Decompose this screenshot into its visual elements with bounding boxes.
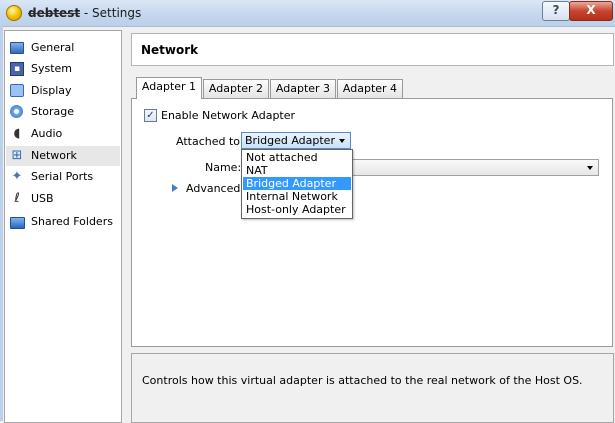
sidebar-item-display[interactable]: Display	[6, 81, 120, 101]
dropdown-option-bridged-adapter[interactable]: Bridged Adapter	[243, 177, 351, 190]
sidebar-item-storage[interactable]: Storage	[6, 102, 120, 122]
enable-adapter-checkbox[interactable]: ✓	[144, 109, 157, 122]
storage-icon	[10, 105, 23, 118]
sidebar-item-audio[interactable]: ◖ Audio	[6, 124, 120, 144]
shared-folders-icon	[10, 217, 25, 229]
audio-icon: ◖	[13, 126, 21, 141]
usb-icon: ℓ	[14, 191, 20, 206]
sidebar-item-network[interactable]: ⊞ Network	[6, 146, 120, 166]
chevron-down-icon	[339, 139, 345, 143]
expand-arrow-icon[interactable]	[172, 184, 178, 192]
settings-sidebar: General ▪ System Display Storage ◖ Audio…	[4, 30, 122, 423]
section-header: Network	[131, 33, 614, 66]
window-border	[0, 26, 3, 421]
dropdown-option-internal-network[interactable]: Internal Network	[243, 190, 351, 203]
dropdown-option-host-only-adapter[interactable]: Host-only Adapter	[243, 203, 351, 216]
window-title-vm-name: debtest	[28, 6, 81, 20]
tab-adapter-1[interactable]: Adapter 1	[136, 77, 202, 99]
attached-to-dropdown-list: Not attached NAT Bridged Adapter Interna…	[241, 149, 353, 219]
dropdown-option-not-attached[interactable]: Not attached	[243, 151, 351, 164]
sidebar-item-label: Network	[31, 149, 77, 162]
sidebar-item-label: Storage	[31, 105, 75, 118]
close-button[interactable]: X	[569, 1, 613, 21]
tab-adapter-3[interactable]: Adapter 3	[270, 79, 336, 98]
sidebar-item-serial-ports[interactable]: ✦ Serial Ports	[6, 167, 120, 187]
sidebar-item-label: Audio	[31, 127, 63, 140]
dropdown-option-nat[interactable]: NAT	[243, 164, 351, 177]
sidebar-item-label: Serial Ports	[31, 170, 94, 183]
tab-adapter-4[interactable]: Adapter 4	[337, 79, 403, 98]
network-icon: ⊞	[11, 148, 23, 163]
description-text: Controls how this virtual adapter is att…	[142, 374, 583, 387]
title-bar: debtest - Settings ? X	[0, 0, 615, 27]
tab-adapter-2[interactable]: Adapter 2	[203, 79, 269, 98]
display-icon	[10, 84, 24, 97]
chevron-down-icon	[587, 166, 593, 170]
sidebar-item-label: System	[31, 62, 73, 75]
sidebar-item-usb[interactable]: ℓ USB	[6, 189, 120, 209]
page-title: Network	[141, 43, 199, 57]
help-button[interactable]: ?	[542, 1, 570, 21]
window-title: debtest - Settings	[28, 6, 141, 20]
system-icon: ▪	[10, 62, 24, 76]
sidebar-item-label: Shared Folders	[31, 215, 113, 228]
serial-ports-icon: ✦	[11, 169, 23, 184]
advanced-toggle[interactable]: Advanced	[186, 182, 240, 195]
sidebar-item-system[interactable]: ▪ System	[6, 59, 120, 79]
window-title-suffix: - Settings	[80, 6, 142, 20]
sidebar-item-label: General	[31, 41, 75, 54]
sidebar-item-shared-folders[interactable]: Shared Folders	[6, 212, 120, 232]
virtualbox-app-icon	[6, 5, 22, 21]
attached-to-value: Bridged Adapter	[245, 134, 335, 147]
sidebar-item-general[interactable]: General	[6, 38, 120, 58]
general-icon	[10, 42, 24, 54]
sidebar-item-label: USB	[31, 192, 54, 205]
sidebar-item-label: Display	[31, 84, 72, 97]
description-panel: Controls how this virtual adapter is att…	[131, 353, 614, 423]
enable-adapter-label: Enable Network Adapter	[161, 109, 296, 122]
name-label: Name:	[205, 161, 242, 174]
attached-to-label: Attached to:	[176, 135, 244, 148]
attached-to-select[interactable]: Bridged Adapter	[241, 132, 351, 149]
